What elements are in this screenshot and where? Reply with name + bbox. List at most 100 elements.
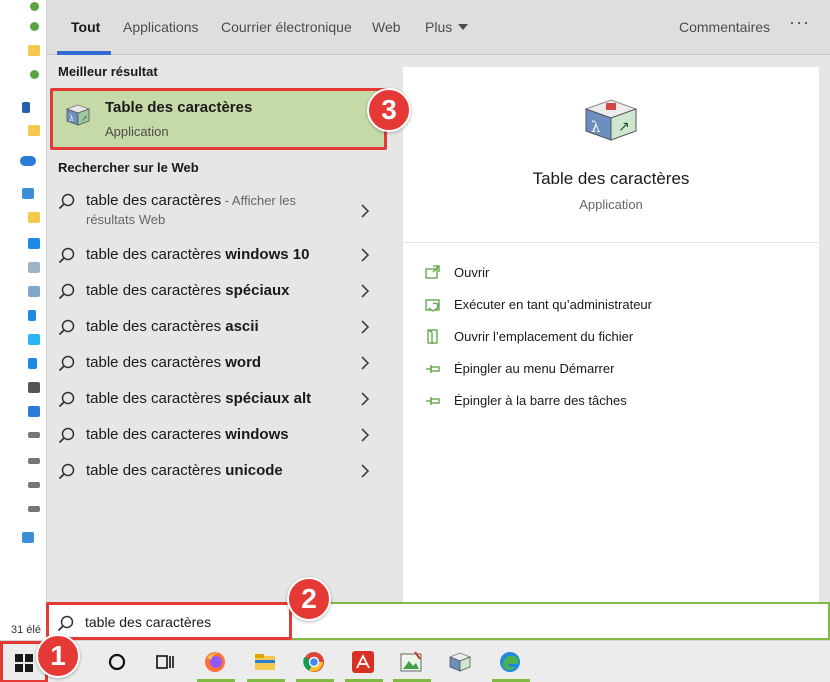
tab-applications[interactable]: Applications xyxy=(123,19,199,35)
web-result-text: table des caractères ascii xyxy=(86,318,259,335)
web-result-item[interactable]: table des caractères spéciaux alt xyxy=(47,382,389,418)
web-result-item[interactable]: table des caractères word xyxy=(47,346,389,382)
search-input[interactable]: table des caractères xyxy=(85,614,211,630)
background-explorer-window: 31 élé xyxy=(0,0,46,645)
preview-action-item[interactable]: Épingler au menu Démarrer xyxy=(425,359,805,381)
search-icon xyxy=(58,247,75,264)
pin-icon xyxy=(426,397,440,405)
chevron-right-icon xyxy=(361,248,370,262)
best-match-heading: Meilleur résultat xyxy=(58,64,158,79)
video-icon xyxy=(28,382,40,393)
search-box[interactable]: table des caractères xyxy=(46,602,830,640)
web-result-item[interactable]: table des caractères unicode xyxy=(47,454,389,490)
feedback-button[interactable]: Commentaires xyxy=(679,19,770,35)
web-result-text: table des caracteres windows xyxy=(86,426,289,443)
web-result-text: table des caractères windows 10 xyxy=(86,246,309,263)
web-result-prefix: table des caractères xyxy=(86,462,226,479)
folder-icon xyxy=(30,70,39,79)
web-result-text: table des caractères - Afficher les xyxy=(86,192,296,209)
preview-action-label: Épingler au menu Démarrer xyxy=(454,361,615,376)
web-result-bold: ascii xyxy=(225,318,259,335)
web-result-bold: unicode xyxy=(225,462,283,479)
web-result-bold: windows 10 xyxy=(225,246,310,263)
web-result-item[interactable]: table des caractères - Afficher les résu… xyxy=(47,192,389,234)
preview-app-name: Table des caractères xyxy=(532,169,690,188)
tab-more-dropdown[interactable]: Plus xyxy=(425,19,469,35)
tab-email[interactable]: Courrier électronique xyxy=(221,19,352,35)
tab-web[interactable]: Web xyxy=(372,19,401,35)
character-map-icon: λ ↗ xyxy=(65,104,91,126)
chevron-right-icon xyxy=(361,428,370,442)
callout-badge-3: 3 xyxy=(367,88,411,132)
preview-action-item[interactable]: Ouvrir xyxy=(425,263,805,285)
filter-tabs: Tout Applications Courrier électronique … xyxy=(47,0,830,55)
svg-text:λ: λ xyxy=(591,118,601,136)
web-result-prefix: table des caractères xyxy=(86,318,226,335)
windows-logo-icon xyxy=(15,654,33,672)
search-icon xyxy=(58,355,75,372)
best-match-item[interactable]: λ ↗ Table des caractères Application xyxy=(50,88,387,150)
3d-objects-icon xyxy=(28,334,40,345)
callout-badge-1: 1 xyxy=(36,634,80,678)
acrobat-icon[interactable] xyxy=(350,649,376,675)
download-icon xyxy=(28,358,37,369)
network-icon xyxy=(22,532,34,543)
chevron-right-icon xyxy=(361,392,370,406)
character-map-icon: λ ↗ xyxy=(584,99,638,141)
active-tab-indicator xyxy=(57,51,111,55)
chevron-right-icon xyxy=(361,464,370,478)
open-icon xyxy=(425,265,440,279)
more-options-button[interactable]: ··· xyxy=(789,12,810,33)
web-result-item[interactable]: table des caractères spéciaux xyxy=(47,274,389,310)
preview-action-item[interactable]: Exécuter en tant qu’administrateur xyxy=(425,295,805,317)
onedrive-icon xyxy=(20,156,36,166)
web-result-text: table des caractères spéciaux xyxy=(86,282,289,299)
chevron-right-icon xyxy=(361,356,370,370)
preview-action-label: Épingler à la barre des tâches xyxy=(454,393,627,408)
music-icon xyxy=(28,310,36,321)
task-view-icon[interactable] xyxy=(152,649,178,675)
character-map-icon[interactable] xyxy=(447,649,473,675)
preview-action-label: Exécuter en tant qu’administrateur xyxy=(454,297,652,312)
folder-icon xyxy=(28,45,40,56)
web-result-prefix: table des caractères xyxy=(86,390,226,407)
web-result-prefix: table des caractères xyxy=(86,354,226,371)
firefox-icon[interactable] xyxy=(202,649,228,675)
documents-icon xyxy=(22,102,30,113)
cortana-icon[interactable] xyxy=(104,649,130,675)
web-result-bold: spéciaux xyxy=(225,282,290,299)
search-icon xyxy=(57,615,74,632)
drive-icon xyxy=(28,458,40,464)
picture-icon xyxy=(28,286,40,297)
web-result-bold: windows xyxy=(225,426,289,443)
web-result-item[interactable]: table des caractères windows 10 xyxy=(47,238,389,274)
search-icon xyxy=(58,193,75,210)
web-result-suffix-line2: résultats Web xyxy=(86,212,166,227)
document-icon xyxy=(28,262,40,273)
tab-all[interactable]: Tout xyxy=(71,19,100,35)
file-explorer-icon[interactable] xyxy=(252,649,278,675)
tab-more-label: Plus xyxy=(425,19,453,35)
web-result-bold: word xyxy=(225,354,262,371)
folder-icon xyxy=(30,22,39,31)
callout-badge-2: 2 xyxy=(287,577,331,621)
preview-action-label: Ouvrir xyxy=(454,265,490,280)
taskbar xyxy=(0,640,830,682)
drive-icon xyxy=(28,406,40,417)
edge-icon[interactable] xyxy=(497,649,523,675)
svg-text:λ: λ xyxy=(69,114,74,123)
preview-action-item[interactable]: Ouvrir l’emplacement du fichier xyxy=(425,327,805,349)
web-result-text: table des caractères word xyxy=(86,354,261,371)
web-result-item[interactable]: table des caractères ascii xyxy=(47,310,389,346)
chevron-right-icon xyxy=(361,320,370,334)
shield-icon xyxy=(425,299,440,312)
drive-icon xyxy=(28,506,40,512)
preview-action-item[interactable]: Épingler à la barre des tâches xyxy=(425,391,805,413)
caret-down-icon xyxy=(458,24,469,30)
image-editor-icon[interactable] xyxy=(398,649,424,675)
web-result-item[interactable]: table des caracteres windows xyxy=(47,418,389,454)
preview-pane: λ ↗ Table des caractères Application Ouv… xyxy=(403,67,819,602)
chrome-icon[interactable] xyxy=(301,649,327,675)
best-match-type: Application xyxy=(105,124,169,139)
folder-icon xyxy=(28,212,40,223)
